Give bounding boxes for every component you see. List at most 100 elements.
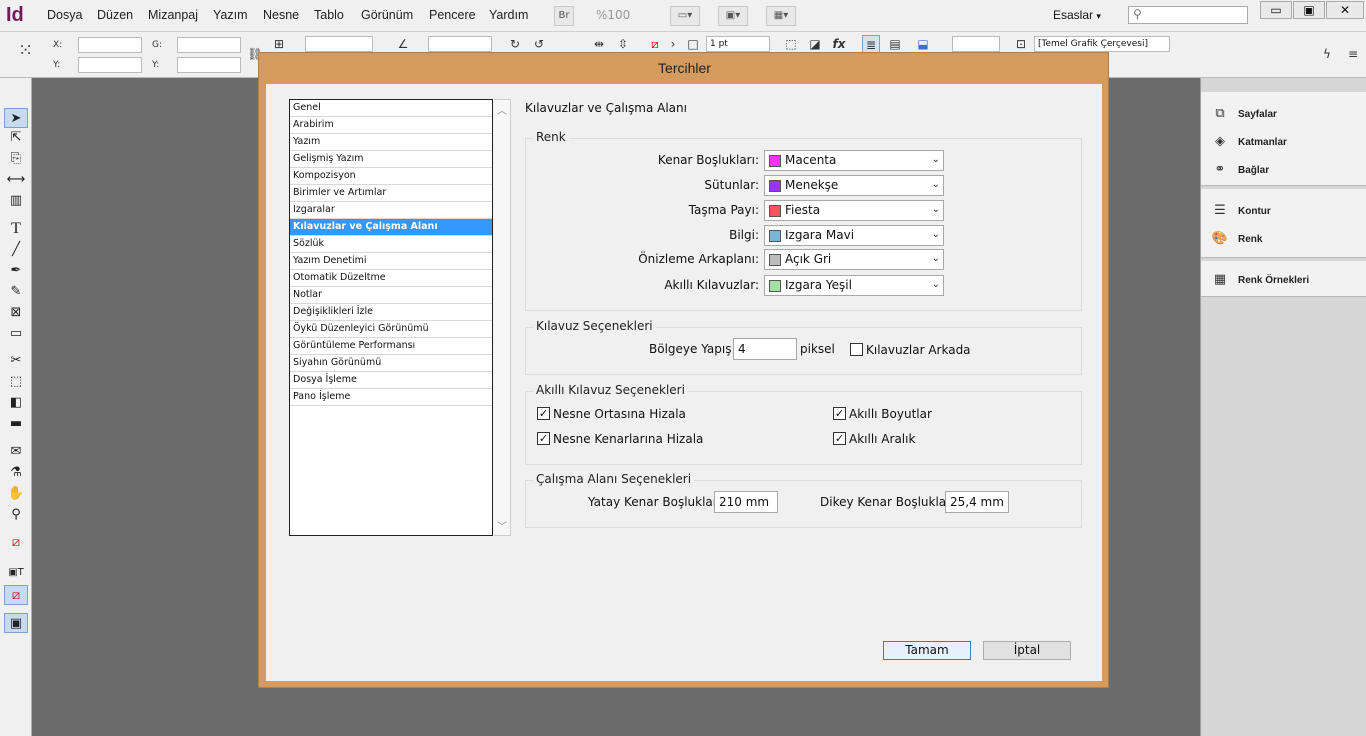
category-item[interactable]: Dosya İşleme: [290, 372, 492, 389]
panel-color[interactable]: Renk: [1238, 234, 1262, 245]
category-item[interactable]: Değişiklikleri İzle: [290, 304, 492, 321]
object-style-dropdown[interactable]: [Temel Grafik Çerçevesi]: [1034, 36, 1170, 52]
y-field[interactable]: [78, 57, 142, 73]
align-to-object-center-checkbox[interactable]: ✓: [537, 407, 550, 420]
smart-guides-color-dropdown[interactable]: Izgara Yeşil ⌄: [764, 275, 944, 296]
category-item[interactable]: Gelişmiş Yazım: [290, 151, 492, 168]
panel-links[interactable]: Bağlar: [1238, 165, 1269, 176]
category-item[interactable]: Sözlük: [290, 236, 492, 253]
category-item[interactable]: Genel: [290, 100, 492, 117]
apply-none-icon[interactable]: ⧄: [4, 585, 28, 605]
flip-horizontal-icon[interactable]: ⇹: [590, 35, 608, 53]
align-icon[interactable]: ≣: [862, 35, 880, 53]
stroke-weight-field[interactable]: 1 pt: [706, 36, 770, 52]
category-item[interactable]: Kılavuzlar ve Çalışma Alanı: [290, 219, 492, 236]
fill-stroke-icon[interactable]: ⧄: [4, 533, 28, 553]
panel-layers[interactable]: Katmanlar: [1238, 137, 1287, 148]
menu-dosya[interactable]: Dosya: [47, 8, 82, 22]
horizontal-margins-input[interactable]: 210 mm: [714, 491, 778, 513]
ok-button[interactable]: Tamam: [883, 641, 971, 660]
category-item[interactable]: Izgaralar: [290, 202, 492, 219]
slug-color-dropdown[interactable]: Izgara Mavi ⌄: [764, 225, 944, 246]
effects-icon[interactable]: fx: [830, 35, 848, 53]
corner-size-field[interactable]: [952, 36, 1000, 52]
category-item[interactable]: Kompozisyon: [290, 168, 492, 185]
smart-spacing-checkbox[interactable]: ✓: [833, 432, 846, 445]
note-tool-icon[interactable]: ✉: [4, 442, 28, 462]
selection-tool-icon[interactable]: ➤: [4, 108, 28, 128]
screen-mode-tool-icon[interactable]: ▣: [4, 613, 28, 633]
fill-none-icon[interactable]: ⧄: [646, 35, 664, 53]
bridge-button[interactable]: Br: [554, 6, 574, 26]
line-tool-icon[interactable]: ╱: [4, 240, 28, 260]
panel-swatches[interactable]: Renk Örnekleri: [1238, 275, 1309, 286]
cancel-button[interactable]: İptal: [983, 641, 1071, 660]
category-item[interactable]: Notlar: [290, 287, 492, 304]
guides-in-back-checkbox[interactable]: [850, 343, 863, 356]
category-item[interactable]: Birimler ve Artımlar: [290, 185, 492, 202]
flip-vertical-icon[interactable]: ⇳: [614, 35, 632, 53]
menu-tablo[interactable]: Tablo: [314, 8, 344, 22]
panel-stroke[interactable]: Kontur: [1238, 206, 1271, 217]
panel-menu-icon[interactable]: ≡: [1344, 45, 1362, 63]
search-input[interactable]: ⚲: [1128, 6, 1248, 24]
view-options-icon[interactable]: ▣▾: [718, 6, 748, 26]
preview-background-dropdown[interactable]: Açık Gri ⌄: [764, 249, 944, 270]
vertical-margins-input[interactable]: 25,4 mm: [945, 491, 1009, 513]
snap-zone-input[interactable]: 4: [733, 338, 797, 360]
rotate-cw-icon[interactable]: ↻: [506, 35, 524, 53]
menu-pencere[interactable]: Pencere: [429, 8, 476, 22]
type-tool-icon[interactable]: T: [4, 219, 28, 239]
rotation-field[interactable]: [428, 36, 492, 52]
eyedropper-tool-icon[interactable]: ⚗: [4, 463, 28, 483]
category-item[interactable]: Yazım Denetimi: [290, 253, 492, 270]
gradient-feather-tool-icon[interactable]: ▬: [4, 414, 28, 434]
menu-yardim[interactable]: Yardım: [489, 8, 528, 22]
gap-tool-icon[interactable]: ⟷: [4, 170, 28, 190]
category-item[interactable]: Pano İşleme: [290, 389, 492, 406]
quick-apply-icon[interactable]: ϟ: [1318, 45, 1336, 63]
text-wrap-icon[interactable]: ▤: [886, 35, 904, 53]
select-container-icon[interactable]: ⬚: [782, 35, 800, 53]
scissors-tool-icon[interactable]: ✂: [4, 351, 28, 371]
workspace-switcher[interactable]: Esaslar ▾: [1053, 8, 1101, 22]
pencil-tool-icon[interactable]: ✎: [4, 282, 28, 302]
pen-tool-icon[interactable]: ✒: [4, 261, 28, 281]
category-item[interactable]: Arabirim: [290, 117, 492, 134]
zoom-level[interactable]: %100: [596, 8, 630, 22]
bleed-color-dropdown[interactable]: Fiesta ⌄: [764, 200, 944, 221]
margins-color-dropdown[interactable]: Macenta ⌄: [764, 150, 944, 171]
free-transform-tool-icon[interactable]: ⬚: [4, 372, 28, 392]
frame-fitting-icon[interactable]: ⊡: [1012, 35, 1030, 53]
height-field[interactable]: [177, 57, 241, 73]
columns-color-dropdown[interactable]: Menekşe ⌄: [764, 175, 944, 196]
rotate-ccw-icon[interactable]: ↺: [530, 35, 548, 53]
page-tool-icon[interactable]: ⎘: [4, 149, 28, 169]
align-to-object-edges-checkbox[interactable]: ✓: [537, 432, 550, 445]
arrange-documents-icon[interactable]: ▦▾: [766, 6, 796, 26]
category-item[interactable]: Görüntüleme Performansı: [290, 338, 492, 355]
chevron-up-icon[interactable]: ︿: [497, 102, 507, 117]
menu-nesne[interactable]: Nesne: [263, 8, 299, 22]
x-field[interactable]: [78, 37, 142, 53]
formatting-container-icon[interactable]: ▣T: [4, 563, 28, 583]
content-collector-icon[interactable]: ▥: [4, 191, 28, 211]
scale-x-field[interactable]: [305, 36, 373, 52]
reference-point-icon[interactable]: ⁙: [18, 40, 33, 61]
chevron-down-icon[interactable]: ﹀: [497, 518, 507, 533]
hand-tool-icon[interactable]: ✋: [4, 484, 28, 504]
rectangle-frame-tool-icon[interactable]: ⊠: [4, 303, 28, 323]
menu-duzen[interactable]: Düzen: [97, 8, 133, 22]
panel-pages[interactable]: Sayfalar: [1238, 109, 1277, 120]
stroke-icon[interactable]: □: [684, 35, 702, 53]
direct-selection-tool-icon[interactable]: ⇱: [4, 128, 28, 148]
chevron-right-icon[interactable]: ›: [664, 35, 682, 53]
category-item[interactable]: Yazım: [290, 134, 492, 151]
category-item[interactable]: Öykü Düzenleyici Görünümü: [290, 321, 492, 338]
rectangle-tool-icon[interactable]: ▭: [4, 324, 28, 344]
close-button[interactable]: ✕: [1326, 1, 1364, 19]
drop-shadow-icon[interactable]: ◪: [806, 35, 824, 53]
category-scrollbar[interactable]: ︿ ﹀: [494, 99, 511, 536]
menu-gorunum[interactable]: Görünüm: [361, 8, 413, 22]
menu-mizanpaj[interactable]: Mizanpaj: [148, 8, 198, 22]
